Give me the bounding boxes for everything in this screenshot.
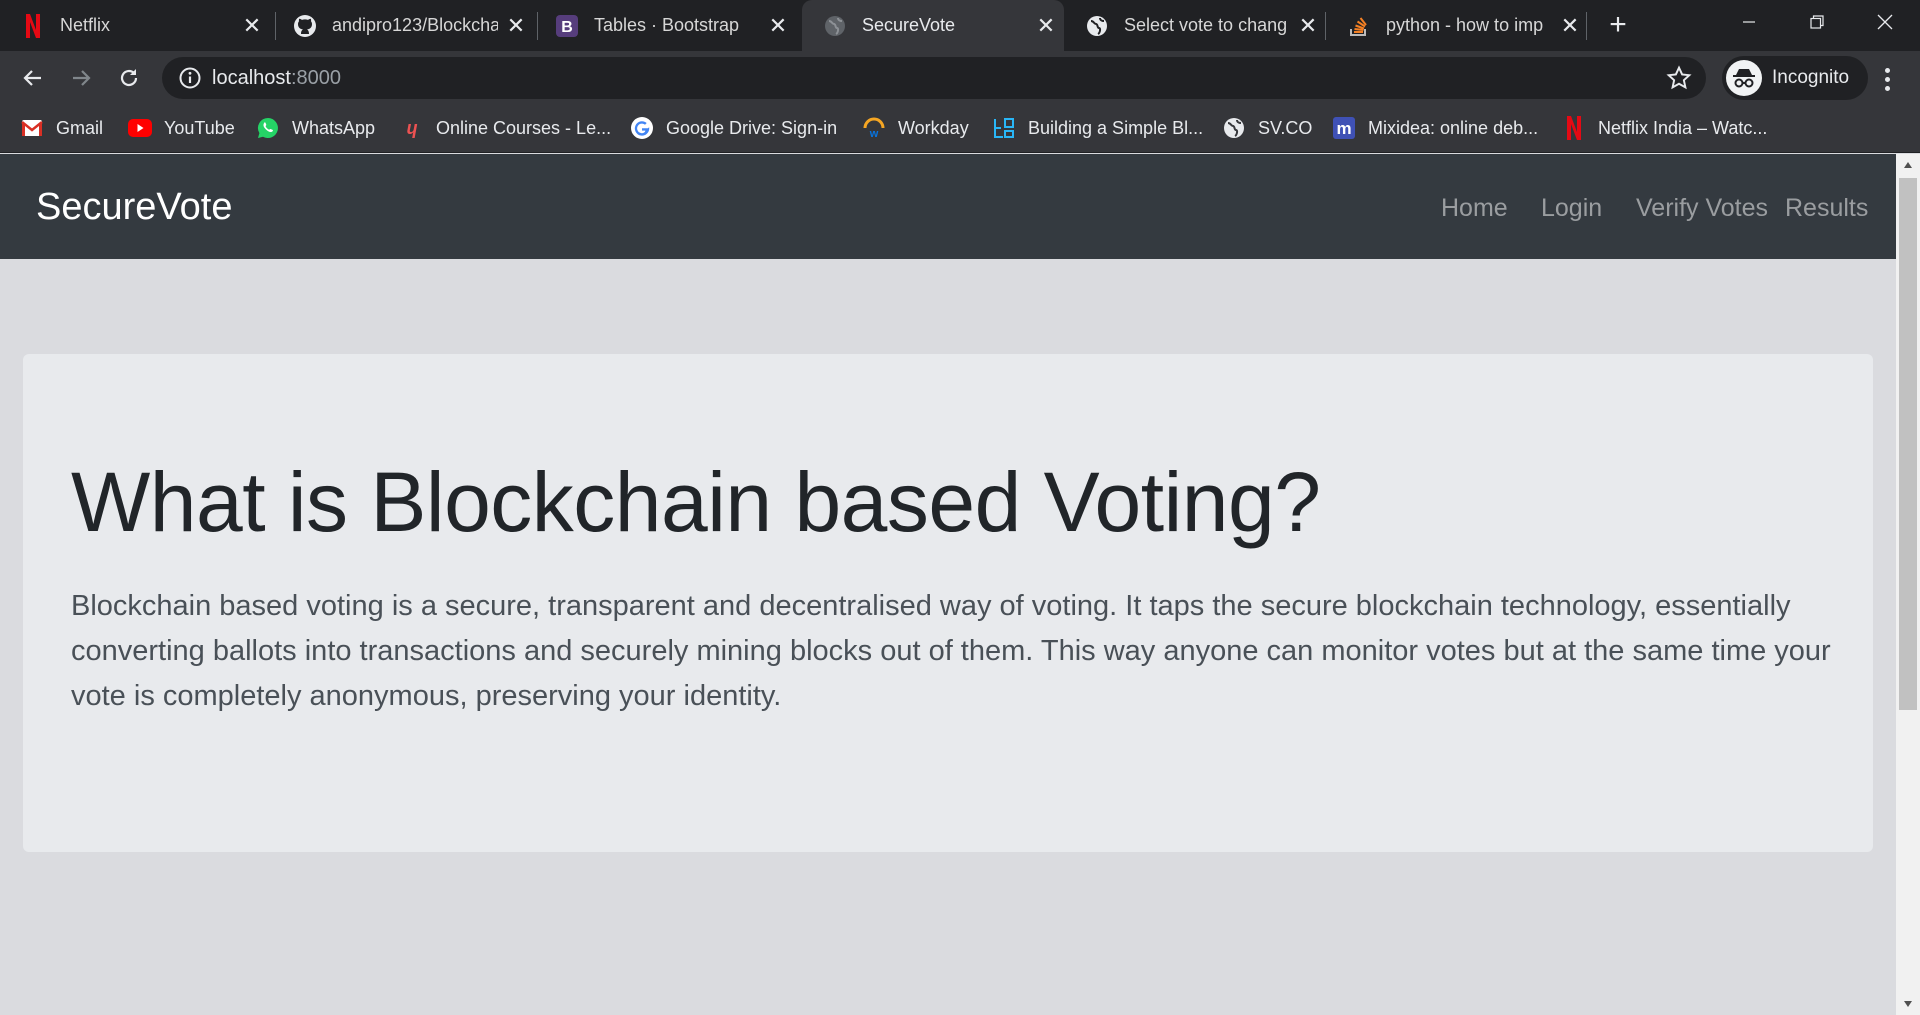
bookmark-netflix-india[interactable]: Netflix India – Watc... — [1562, 105, 1767, 151]
reload-icon — [120, 69, 138, 87]
nav-login-link[interactable]: Login — [1541, 194, 1602, 223]
whatsapp-icon — [256, 116, 280, 140]
tab-title: Netflix — [60, 15, 111, 35]
tab-netflix[interactable]: Netflix ✕ — [0, 0, 270, 51]
browser-tab-bar: Netflix ✕ andipro123/Blockcha ✕ B Tables… — [0, 0, 1920, 51]
bookmark-gmail[interactable]: Gmail — [20, 105, 103, 151]
tab-title: SecureVote — [862, 15, 956, 35]
hero-title: What is Blockchain based Voting? — [71, 455, 1321, 549]
tab-title: andipro123/Blockcha — [332, 15, 498, 35]
bookmark-label: Google Drive: Sign-in — [666, 117, 838, 138]
tab-title: Select vote to chang — [1124, 15, 1288, 35]
restore-window-button[interactable] — [1782, 0, 1852, 44]
svg-text:m: m — [1336, 119, 1351, 138]
udemy-icon: ɥ — [406, 117, 418, 138]
netflix-icon — [20, 13, 46, 39]
back-button[interactable] — [16, 61, 50, 95]
bookmark-mixidea[interactable]: m Mixidea: online deb... — [1332, 105, 1538, 151]
site-navbar: SecureVote Home Login Verify Votes Resul… — [0, 154, 1896, 259]
bookmark-label: WhatsApp — [292, 117, 376, 138]
bookmark-star-icon[interactable] — [1666, 65, 1692, 91]
profile-label: Incognito — [1772, 67, 1850, 88]
nav-results-link[interactable]: Results — [1785, 194, 1868, 223]
netflix-icon — [1562, 116, 1586, 140]
bookmarks-bar: Gmail YouTube WhatsApp ɥ Online Courses … — [0, 105, 1920, 153]
gmail-icon — [20, 116, 44, 140]
bookmark-whatsapp[interactable]: WhatsApp — [256, 105, 375, 151]
info-icon[interactable] — [178, 66, 202, 90]
bookmark-label: Online Courses - Le... — [436, 117, 612, 138]
workday-icon: w — [862, 116, 886, 140]
scroll-down-arrow-icon[interactable] — [1896, 993, 1920, 1015]
hero-jumbotron: What is Blockchain based Voting? Blockch… — [23, 354, 1873, 852]
close-tab-icon[interactable]: ✕ — [234, 13, 270, 39]
bookmark-label: Gmail — [56, 117, 104, 138]
page-viewport: SecureVote Home Login Verify Votes Resul… — [0, 154, 1896, 1015]
forward-button[interactable] — [64, 61, 98, 95]
close-tab-icon[interactable]: ✕ — [1028, 13, 1064, 39]
close-tab-icon[interactable]: ✕ — [1552, 13, 1588, 39]
incognito-profile-button[interactable]: Incognito — [1722, 56, 1868, 100]
reload-button[interactable] — [112, 61, 146, 95]
tab-github[interactable]: andipro123/Blockcha ✕ — [272, 0, 534, 51]
globe-icon — [1222, 116, 1246, 140]
tab-title: python - how to imp — [1386, 15, 1544, 35]
page-scrollbar[interactable] — [1896, 154, 1920, 1015]
arrow-left-icon — [23, 70, 41, 86]
tab-separator — [1586, 12, 1587, 40]
google-icon — [630, 116, 654, 140]
hero-description: Blockchain based voting is a secure, tra… — [71, 590, 1831, 712]
tab-bootstrap[interactable]: B Tables · Bootstrap ✕ — [534, 0, 796, 51]
tab-select-vote[interactable]: Select vote to chang ✕ — [1064, 0, 1326, 51]
restore-icon — [1810, 15, 1824, 29]
bookmark-site-icon — [992, 116, 1016, 140]
nav-verify-votes-link[interactable]: Verify Votes — [1636, 194, 1768, 223]
brand-link[interactable]: SecureVote — [36, 186, 232, 229]
bookmark-label: Netflix India – Watc... — [1598, 117, 1768, 138]
browser-toolbar: localhost:8000 Incognito — [0, 51, 1920, 105]
new-tab-button[interactable]: + — [1600, 8, 1636, 44]
close-tab-icon[interactable]: ✕ — [1290, 13, 1326, 39]
close-icon — [1877, 14, 1893, 30]
bookmark-youtube[interactable]: YouTube — [128, 105, 235, 151]
minimize-icon — [1743, 21, 1755, 23]
tab-title: Tables · Bootstrap — [594, 15, 740, 35]
scroll-up-arrow-icon[interactable] — [1896, 154, 1920, 176]
close-tab-icon[interactable]: ✕ — [760, 13, 796, 39]
tab-securevote[interactable]: SecureVote ✕ — [802, 0, 1064, 51]
bookmark-svco[interactable]: SV.CO — [1222, 105, 1312, 151]
url-host: localhost — [212, 67, 291, 89]
bootstrap-icon: B — [554, 13, 580, 39]
stackoverflow-icon — [1346, 13, 1372, 39]
close-tab-icon[interactable]: ✕ — [498, 13, 534, 39]
svg-text:B: B — [561, 19, 573, 36]
scrollbar-thumb[interactable] — [1899, 178, 1917, 710]
bookmark-label: Mixidea: online deb... — [1368, 117, 1539, 138]
tab-stackoverflow[interactable]: python - how to imp ✕ — [1326, 0, 1588, 51]
bookmark-udemy[interactable]: ɥ Online Courses - Le... — [400, 105, 612, 151]
svg-text:w: w — [869, 128, 879, 140]
address-url[interactable]: localhost:8000 — [212, 67, 341, 90]
bookmark-label: Workday — [898, 117, 969, 138]
bookmark-label: Building a Simple Bl... — [1028, 117, 1204, 138]
minimize-window-button[interactable] — [1714, 0, 1784, 44]
bookmark-building-blockchain[interactable]: Building a Simple Bl... — [992, 105, 1203, 151]
arrow-right-icon — [73, 70, 91, 86]
bookmark-workday[interactable]: w Workday — [862, 105, 969, 151]
nav-home-link[interactable]: Home — [1441, 194, 1508, 223]
browser-menu-button[interactable] — [1872, 62, 1902, 96]
mixidea-icon: m — [1332, 116, 1356, 140]
globe-icon — [822, 13, 848, 39]
address-bar[interactable]: localhost:8000 — [162, 57, 1706, 99]
bookmark-google-drive[interactable]: Google Drive: Sign-in — [630, 105, 837, 151]
globe-icon — [1084, 13, 1110, 39]
bookmark-label: YouTube — [164, 117, 235, 138]
incognito-icon — [1726, 60, 1762, 96]
bookmark-label: SV.CO — [1258, 117, 1313, 138]
github-icon — [292, 13, 318, 39]
close-window-button[interactable] — [1850, 0, 1920, 44]
youtube-icon — [128, 116, 152, 140]
url-port: :8000 — [290, 67, 341, 89]
